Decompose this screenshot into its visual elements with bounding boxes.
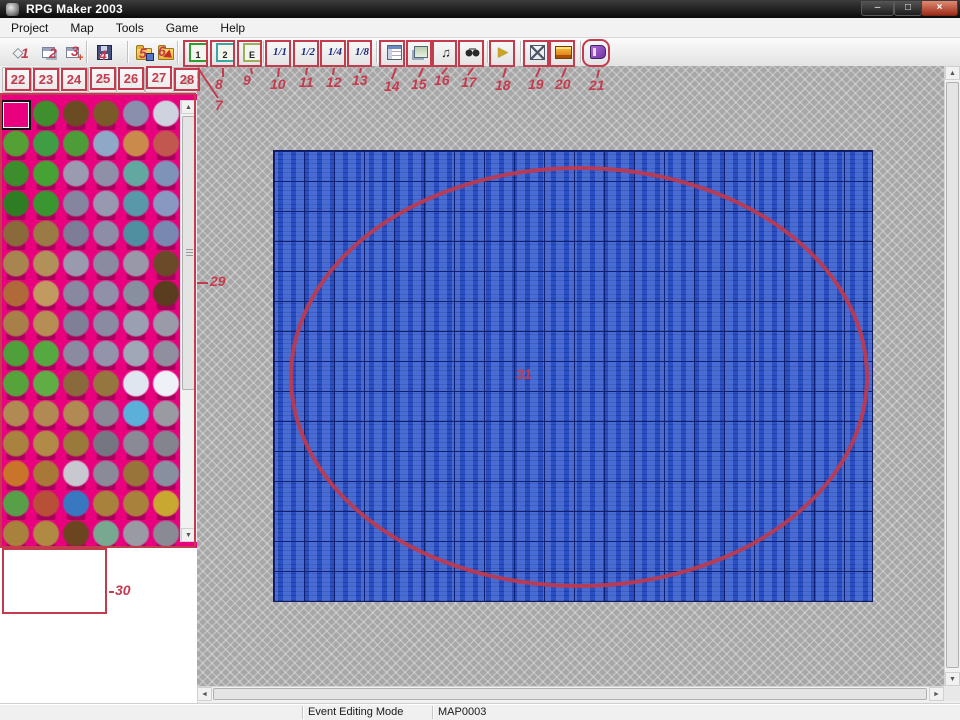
- toolbar-separator: [580, 41, 581, 63]
- annotation-number-25: 25: [90, 67, 116, 90]
- annotation-box: [549, 40, 575, 67]
- annotation-number-29: 29: [210, 274, 226, 288]
- annotation-number-28: 28: [174, 68, 200, 91]
- menu-game[interactable]: Game: [155, 21, 210, 35]
- annotation-number-21: 21: [589, 78, 605, 92]
- annotation-number-16: 16: [434, 73, 450, 87]
- map-horizontal-scrollbar[interactable]: ◄ ►: [197, 686, 944, 702]
- annotation-box: [582, 39, 610, 67]
- annotation-number-24: 24: [61, 68, 87, 91]
- annotation-box: [523, 40, 549, 67]
- annotation-number-19: 19: [528, 77, 544, 91]
- close-button[interactable]: ×: [921, 1, 958, 16]
- scroll-left-icon[interactable]: ◄: [197, 687, 212, 701]
- annotation-number-6: 6: [158, 44, 166, 58]
- menu-project[interactable]: Project: [0, 21, 59, 35]
- toolbar-separator: [127, 41, 128, 63]
- annotation-number-13: 13: [352, 73, 368, 87]
- annotation-number-27: 27: [146, 66, 172, 89]
- app-icon: [6, 3, 19, 16]
- app-window: RPG Maker 2003 –□× ProjectMapToolsGameHe…: [0, 0, 960, 720]
- toolbar-separator: [86, 41, 87, 63]
- title-bar[interactable]: RPG Maker 2003 –□×: [0, 0, 960, 18]
- annotation-box: [210, 40, 235, 67]
- annotation-box: [347, 40, 372, 67]
- toolbar-separator: [487, 41, 488, 63]
- status-map-name: MAP0003: [438, 706, 486, 718]
- annotation-number-5: 5: [139, 46, 147, 60]
- annotation-line: [197, 282, 208, 284]
- annotation-number-30: 30: [115, 583, 131, 597]
- annotation-number-31: 31: [516, 367, 532, 381]
- h-scroll-thumb[interactable]: [213, 688, 927, 700]
- status-divider: [302, 706, 303, 719]
- annotation-box: [489, 40, 515, 67]
- scroll-right-icon[interactable]: ►: [929, 687, 944, 701]
- minimize-button[interactable]: –: [861, 1, 894, 16]
- annotation-number-2: 2: [49, 46, 57, 60]
- map-vertical-scrollbar[interactable]: ▲ ▼: [944, 66, 960, 686]
- menu-tools[interactable]: Tools: [105, 21, 155, 35]
- v-scroll-thumb[interactable]: [946, 82, 959, 668]
- map-viewport[interactable]: [197, 66, 944, 686]
- annotation-number-12: 12: [326, 75, 342, 89]
- annotation-line: [109, 591, 114, 593]
- maximize-button[interactable]: □: [894, 1, 922, 16]
- annotation-box: [237, 40, 262, 67]
- annotation-box: [432, 40, 457, 67]
- annotation-number-15: 15: [411, 77, 427, 91]
- annotation-box: [183, 40, 208, 67]
- map-red-ellipse: [289, 166, 869, 588]
- annotation-box: [265, 40, 291, 67]
- annotation-box: [320, 40, 346, 67]
- annotation-number-9: 9: [243, 73, 251, 87]
- annotation-number-11: 11: [299, 75, 314, 89]
- status-bar: Event Editing Mode MAP0003: [0, 703, 960, 720]
- annotation-box: [293, 40, 319, 67]
- annotation-box: [379, 40, 405, 67]
- scroll-up-icon[interactable]: ▲: [945, 66, 960, 80]
- menu-bar: ProjectMapToolsGameHelp: [0, 18, 960, 38]
- annotation-number-23: 23: [33, 68, 59, 91]
- scrollbar-corner: [944, 686, 960, 701]
- status-divider: [432, 706, 433, 719]
- annotation-number-20: 20: [555, 77, 571, 91]
- toolbar-separator: [520, 41, 521, 63]
- annotation-number-14: 14: [384, 79, 400, 93]
- menu-help[interactable]: Help: [209, 21, 256, 35]
- annotation-number-18: 18: [495, 78, 511, 92]
- annotation-box: [458, 40, 484, 67]
- status-mode: Event Editing Mode: [308, 706, 403, 718]
- window-title: RPG Maker 2003: [26, 2, 123, 16]
- annotation-number-26: 26: [118, 67, 144, 90]
- annotation-number-22: 22: [5, 68, 31, 91]
- annotation-number-10: 10: [270, 77, 286, 91]
- annotation-number-8: 8: [215, 77, 223, 91]
- annotation-number-17: 17: [461, 75, 477, 89]
- map-canvas[interactable]: [273, 150, 873, 602]
- menu-map[interactable]: Map: [59, 21, 104, 35]
- toolbar-separator: [376, 41, 377, 63]
- annotation-number-7: 7: [215, 98, 223, 112]
- annotation-number-3: 3: [71, 44, 79, 58]
- annotation-number-4: 4: [99, 48, 107, 62]
- annotation-box: [0, 93, 196, 548]
- annotation-box: [406, 40, 432, 67]
- annotation-number-1: 1: [21, 46, 29, 60]
- annotation-box: [2, 548, 107, 614]
- scroll-down-icon[interactable]: ▼: [945, 672, 960, 686]
